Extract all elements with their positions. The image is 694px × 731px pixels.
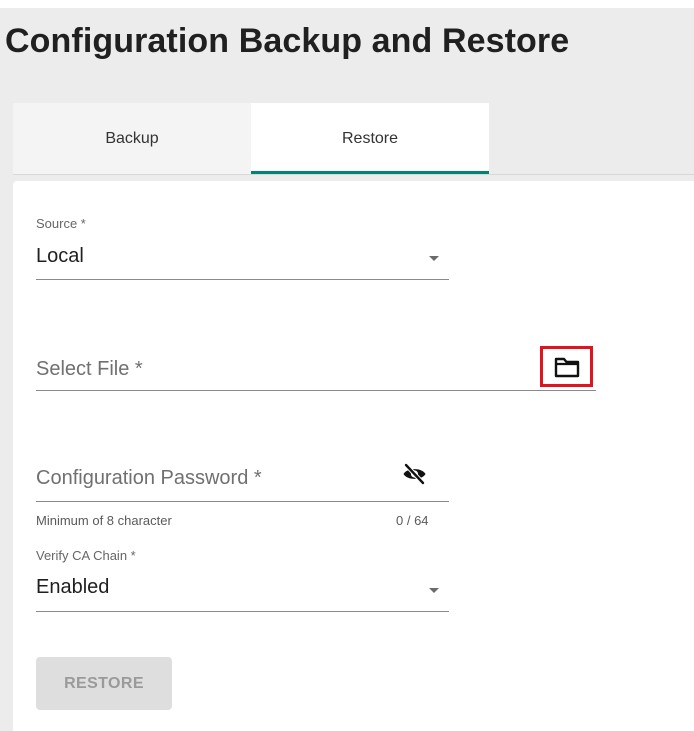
source-underline (36, 279, 449, 280)
select-file-field[interactable]: Select File * (36, 340, 596, 392)
browse-file-button[interactable] (540, 346, 593, 387)
source-label: Source * (36, 216, 86, 231)
password-counter: 0 / 64 (396, 513, 429, 528)
tab-restore-label: Restore (341, 129, 399, 147)
configuration-password-field[interactable]: Configuration Password * (36, 455, 449, 503)
configuration-password-placeholder: Configuration Password * (36, 467, 262, 489)
chevron-down-icon (429, 256, 439, 261)
verify-ca-chain-underline (36, 611, 449, 612)
verify-ca-chain-select[interactable]: Verify CA Chain * Enabled (36, 546, 449, 613)
configuration-password-underline (36, 501, 449, 502)
select-file-underline (36, 390, 596, 391)
verify-ca-chain-value: Enabled (36, 576, 110, 598)
chevron-down-icon (429, 588, 439, 593)
tab-backup[interactable]: Backup (13, 103, 251, 174)
select-file-placeholder: Select File * (36, 358, 143, 380)
verify-ca-chain-label: Verify CA Chain * (36, 548, 136, 563)
tabs-divider (13, 174, 694, 175)
tab-bar: Backup Restore (13, 103, 489, 174)
password-hint: Minimum of 8 character (36, 513, 172, 528)
folder-icon (554, 356, 580, 378)
eye-off-icon[interactable] (402, 462, 427, 486)
page-title: Configuration Backup and Restore (5, 22, 570, 60)
restore-button[interactable]: RESTORE (36, 657, 172, 710)
tab-restore[interactable]: Restore (251, 103, 489, 174)
source-select[interactable]: Source * Local (36, 214, 449, 281)
tab-backup-label: Backup (105, 129, 159, 147)
source-value: Local (36, 245, 84, 267)
